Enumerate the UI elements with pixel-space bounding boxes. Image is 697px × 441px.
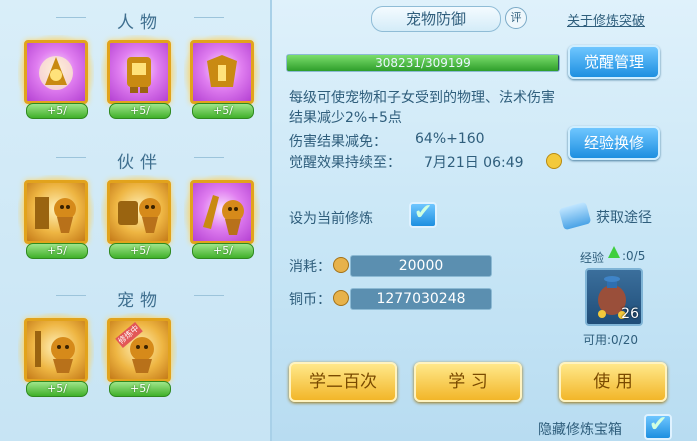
- awaken-manage-button[interactable]: 觉醒管理: [568, 45, 660, 79]
- item-exp-count: :0/5: [622, 249, 646, 263]
- character-slot-1[interactable]: +5/: [18, 35, 94, 119]
- item-icon: [24, 318, 88, 382]
- breakthrough-link[interactable]: 关于修炼突破: [567, 10, 645, 29]
- up-arrow-icon: [608, 246, 620, 258]
- coin-icon: [333, 290, 349, 306]
- set-current-label: 设为当前修炼: [289, 211, 373, 227]
- left-panel: 人物 +5/ +5/ +5/ 伙伴 +5/ +5/ +5/ 宠物 +5/ 修炼中…: [0, 0, 272, 441]
- level-badge: +5/: [109, 243, 171, 259]
- section-title-character: 人物: [56, 8, 224, 33]
- damage-label: 伤害结果减免：: [289, 134, 387, 150]
- level-badge: +5/: [192, 103, 254, 119]
- item-count: 26: [621, 306, 639, 322]
- exp-bar: 308231/309199: [286, 54, 560, 72]
- awaken-duration-label: 觉醒效果持续至：: [289, 155, 401, 171]
- item-icon: [107, 40, 171, 104]
- coin-icon: [333, 257, 349, 273]
- clock-icon: [546, 153, 562, 169]
- level-badge: +5/: [26, 243, 88, 259]
- hide-chest-checkbox[interactable]: [644, 412, 672, 440]
- coins-label: 铜币：: [289, 292, 331, 308]
- section-title-partner: 伙伴: [56, 148, 224, 173]
- learn-button[interactable]: 学 习: [414, 362, 522, 402]
- level-badge: +5/: [26, 381, 88, 397]
- cost-value: 20000: [350, 255, 492, 277]
- panel-title: 宠物防御: [371, 6, 501, 32]
- character-slot-3[interactable]: +5/: [184, 35, 260, 119]
- exp-exchange-button[interactable]: 经验换修: [568, 126, 660, 160]
- partner-slot-1[interactable]: +5/: [18, 175, 94, 259]
- item-icon: 修炼中: [107, 318, 171, 382]
- learn-200-button[interactable]: 学二百次: [289, 362, 397, 402]
- item-icon: [24, 40, 88, 104]
- set-current-checkbox[interactable]: [409, 200, 437, 228]
- character-slot-2[interactable]: +5/: [101, 35, 177, 119]
- item-icon: [24, 180, 88, 244]
- level-badge: +5/: [26, 103, 88, 119]
- item-usable: 可用:0/20: [583, 333, 638, 347]
- cost-label: 消耗：: [289, 259, 331, 275]
- item-slot[interactable]: 26: [585, 268, 643, 326]
- pet-slot-2[interactable]: 修炼中 +5/: [101, 313, 177, 397]
- partner-slot-2[interactable]: +5/: [101, 175, 177, 259]
- damage-value: 64%+160: [415, 131, 485, 147]
- coins-value: 1277030248: [350, 288, 492, 310]
- exp-text: 308231/309199: [375, 56, 471, 70]
- item-icon: [107, 180, 171, 244]
- book-icon[interactable]: [558, 201, 592, 231]
- pet-slot-1[interactable]: +5/: [18, 313, 94, 397]
- item-icon: [190, 40, 254, 104]
- description: 每级可使宠物和子女受到的物理、法术伤害结果减少2%+5点: [289, 90, 555, 126]
- hide-chest-label: 隐藏修炼宝箱: [538, 422, 622, 438]
- level-badge: +5/: [109, 381, 171, 397]
- rate-icon[interactable]: 评: [505, 7, 527, 29]
- level-badge: +5/: [192, 243, 254, 259]
- acquire-label[interactable]: 获取途径: [596, 207, 652, 227]
- awaken-duration-value: 7月21日 06:49: [424, 155, 524, 171]
- section-title-pet: 宠物: [56, 286, 224, 311]
- partner-slot-3[interactable]: +5/: [184, 175, 260, 259]
- item-exp-label: 经验: [580, 251, 605, 265]
- use-button[interactable]: 使 用: [559, 362, 667, 402]
- level-badge: +5/: [109, 103, 171, 119]
- item-icon: [190, 180, 254, 244]
